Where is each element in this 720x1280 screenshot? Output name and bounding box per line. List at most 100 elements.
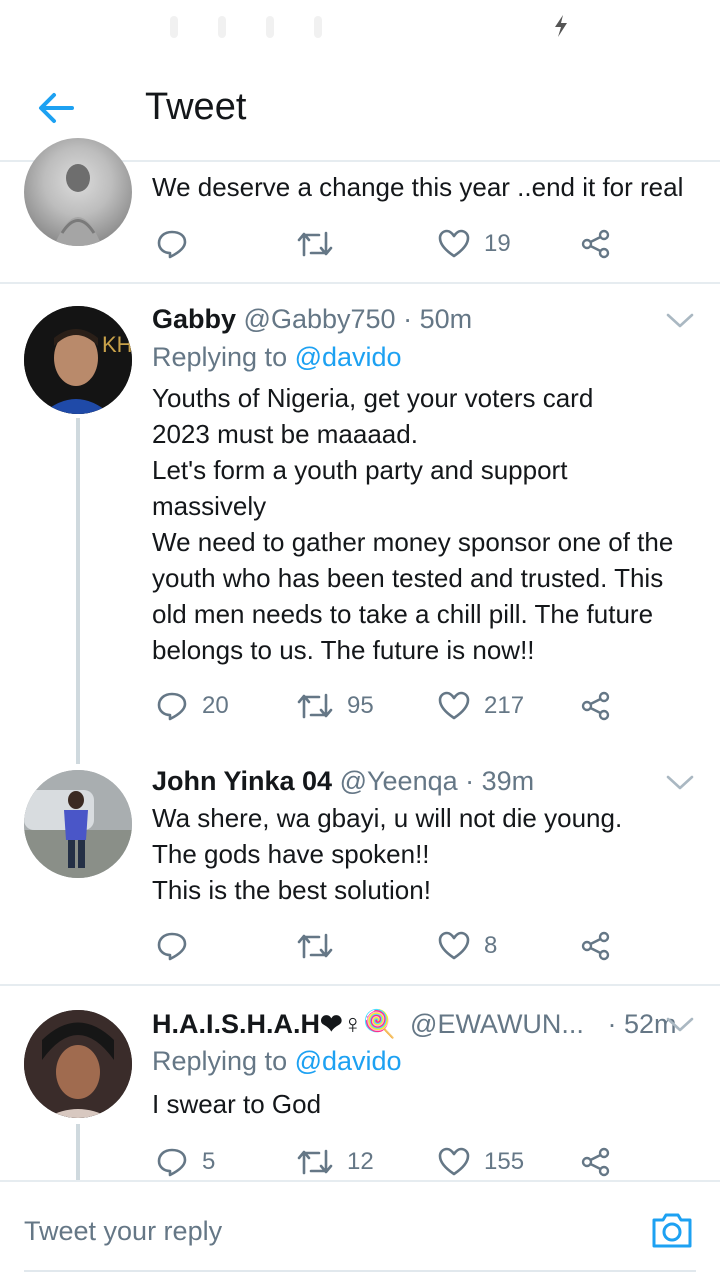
author-name[interactable]: Gabby — [152, 304, 236, 334]
avatar[interactable] — [24, 770, 132, 878]
app-header: Tweet — [0, 56, 720, 162]
reply-icon — [157, 692, 187, 721]
camera-icon — [652, 1213, 692, 1248]
retweet-button[interactable] — [297, 926, 333, 966]
reply-count: 5 — [202, 1148, 216, 1175]
retweet-icon — [297, 1149, 333, 1175]
replying-to: Replying to @davido — [152, 1046, 402, 1077]
back-button[interactable] — [30, 86, 82, 130]
share-button[interactable] — [580, 224, 612, 264]
back-arrow-icon — [39, 93, 74, 123]
tweet-text-line: Youths of Nigeria, get your voters card — [152, 383, 594, 413]
like-button[interactable]: 155 — [438, 1142, 524, 1182]
author-handle[interactable]: @EWAWUN... — [410, 1009, 584, 1039]
tweet-time: · 50m — [403, 304, 473, 334]
retweet-button[interactable]: 12 — [297, 1142, 374, 1182]
retweet-icon — [297, 693, 333, 719]
tweet-text-line: Wa shere, wa gbayi, u will not die young… — [152, 803, 623, 833]
tweet-text: We deserve a change this year ..end it f… — [152, 172, 684, 202]
tweet-meta: John Yinka 04 @Yeenqa · 39m — [152, 766, 534, 797]
tweet-text-line: belongs to us. The future is now!! — [152, 635, 535, 665]
tweet-meta: Gabby @Gabby750 · 50m — [152, 304, 472, 335]
status-bar — [0, 0, 720, 56]
like-count: 155 — [484, 1148, 525, 1175]
chevron-down-icon[interactable] — [666, 774, 694, 792]
author-name[interactable]: John Yinka 04 — [152, 766, 332, 796]
author-handle[interactable]: @Gabby750 — [244, 304, 396, 334]
avatar[interactable] — [24, 1010, 132, 1118]
like-icon — [438, 229, 470, 258]
share-button[interactable] — [580, 926, 612, 966]
tweet-item[interactable]: John Yinka 04 @Yeenqa · 39m Wa shere, wa… — [0, 744, 720, 984]
tweet-text-line: 2023 must be maaaad. — [152, 419, 418, 449]
avatar-image — [24, 1010, 132, 1118]
avatar[interactable]: KH — [24, 306, 132, 414]
tweet-meta: H.A.I.S.H.A.H❤♀🍭 @EWAWUN... · 52m — [152, 1008, 676, 1040]
like-button[interactable]: 217 — [438, 686, 524, 726]
svg-text:KH: KH — [102, 332, 132, 357]
reply-bar: Tweet your reply — [0, 1180, 720, 1280]
tweet-text-line: This is the best solution! — [152, 875, 431, 905]
replying-to-label: Replying to — [152, 1046, 295, 1076]
tweet-actions: 8 — [152, 926, 622, 966]
chevron-down-icon[interactable] — [666, 312, 694, 330]
share-icon — [581, 229, 610, 259]
lightning-icon — [555, 15, 567, 37]
tweet-text-line: We need to gather money sponsor one of t… — [152, 527, 674, 557]
tweet-actions: 19 — [152, 224, 622, 264]
share-button[interactable] — [580, 686, 612, 726]
author-name[interactable]: H.A.I.S.H.A.H❤♀🍭 — [152, 1009, 397, 1039]
reply-button[interactable]: 20 — [156, 686, 229, 726]
author-handle[interactable]: @Yeenqa — [340, 766, 458, 796]
tweet-actions: 5 12 155 — [152, 1142, 622, 1182]
avatar-image — [54, 164, 102, 246]
avatar-image — [24, 770, 132, 878]
share-icon — [581, 691, 610, 721]
mention-link[interactable]: @davido — [295, 342, 402, 372]
retweet-count: 12 — [347, 1148, 374, 1175]
thread-line — [76, 1124, 80, 1180]
reply-icon — [157, 1148, 187, 1177]
avatar-image: KH — [24, 306, 132, 414]
tweet-time: · 39m — [465, 766, 535, 796]
like-button[interactable]: 8 — [438, 926, 497, 966]
retweet-icon — [297, 933, 333, 959]
reply-input-underline — [24, 1270, 696, 1272]
chevron-down-icon[interactable] — [666, 1016, 694, 1034]
share-icon — [581, 931, 610, 961]
reply-count: 20 — [202, 692, 229, 719]
status-indicators — [170, 16, 322, 38]
reply-button[interactable]: 5 — [156, 1142, 215, 1182]
reply-icon — [157, 932, 187, 961]
mention-link[interactable]: @davido — [295, 1046, 402, 1076]
tweet-text-line: youth who has been tested and trusted. T… — [152, 563, 664, 593]
like-count: 217 — [484, 692, 525, 719]
thread-line — [76, 418, 80, 764]
page-title: Tweet — [145, 86, 247, 128]
tweet-item[interactable]: KH Gabby @Gabby750 · 50m Replying to @da… — [0, 284, 720, 764]
share-button[interactable] — [580, 1142, 612, 1182]
tweet-item[interactable]: H.A.I.S.H.A.H❤♀🍭 @EWAWUN... · 52m Replyi… — [0, 986, 720, 1180]
replying-to: Replying to @davido — [152, 342, 402, 373]
reply-button[interactable] — [156, 926, 188, 966]
retweet-button[interactable] — [297, 224, 333, 264]
camera-button[interactable] — [650, 1210, 694, 1255]
tweet-text: Wa shere, wa gbayi, u will not die young… — [152, 800, 702, 908]
tweet-item[interactable]: We deserve a change this year ..end it f… — [0, 138, 720, 282]
like-count: 8 — [484, 932, 498, 959]
avatar[interactable] — [24, 138, 132, 246]
tweet-text-line: Let's form a youth party and support — [152, 455, 568, 485]
like-button[interactable]: 19 — [438, 224, 511, 264]
reply-input[interactable]: Tweet your reply — [24, 1216, 222, 1247]
like-icon — [438, 691, 470, 720]
tweet-actions: 20 95 217 — [152, 686, 622, 726]
share-icon — [581, 1147, 610, 1177]
tweet-text: I swear to God — [152, 1089, 322, 1119]
retweet-count: 95 — [347, 692, 374, 719]
tweet-text-line: massively — [152, 491, 267, 521]
retweet-button[interactable]: 95 — [297, 686, 374, 726]
reply-button[interactable] — [156, 224, 188, 264]
tweet-text-line: old men needs to take a chill pill. The … — [152, 599, 654, 629]
like-icon — [438, 931, 470, 960]
replying-to-label: Replying to — [152, 342, 295, 372]
